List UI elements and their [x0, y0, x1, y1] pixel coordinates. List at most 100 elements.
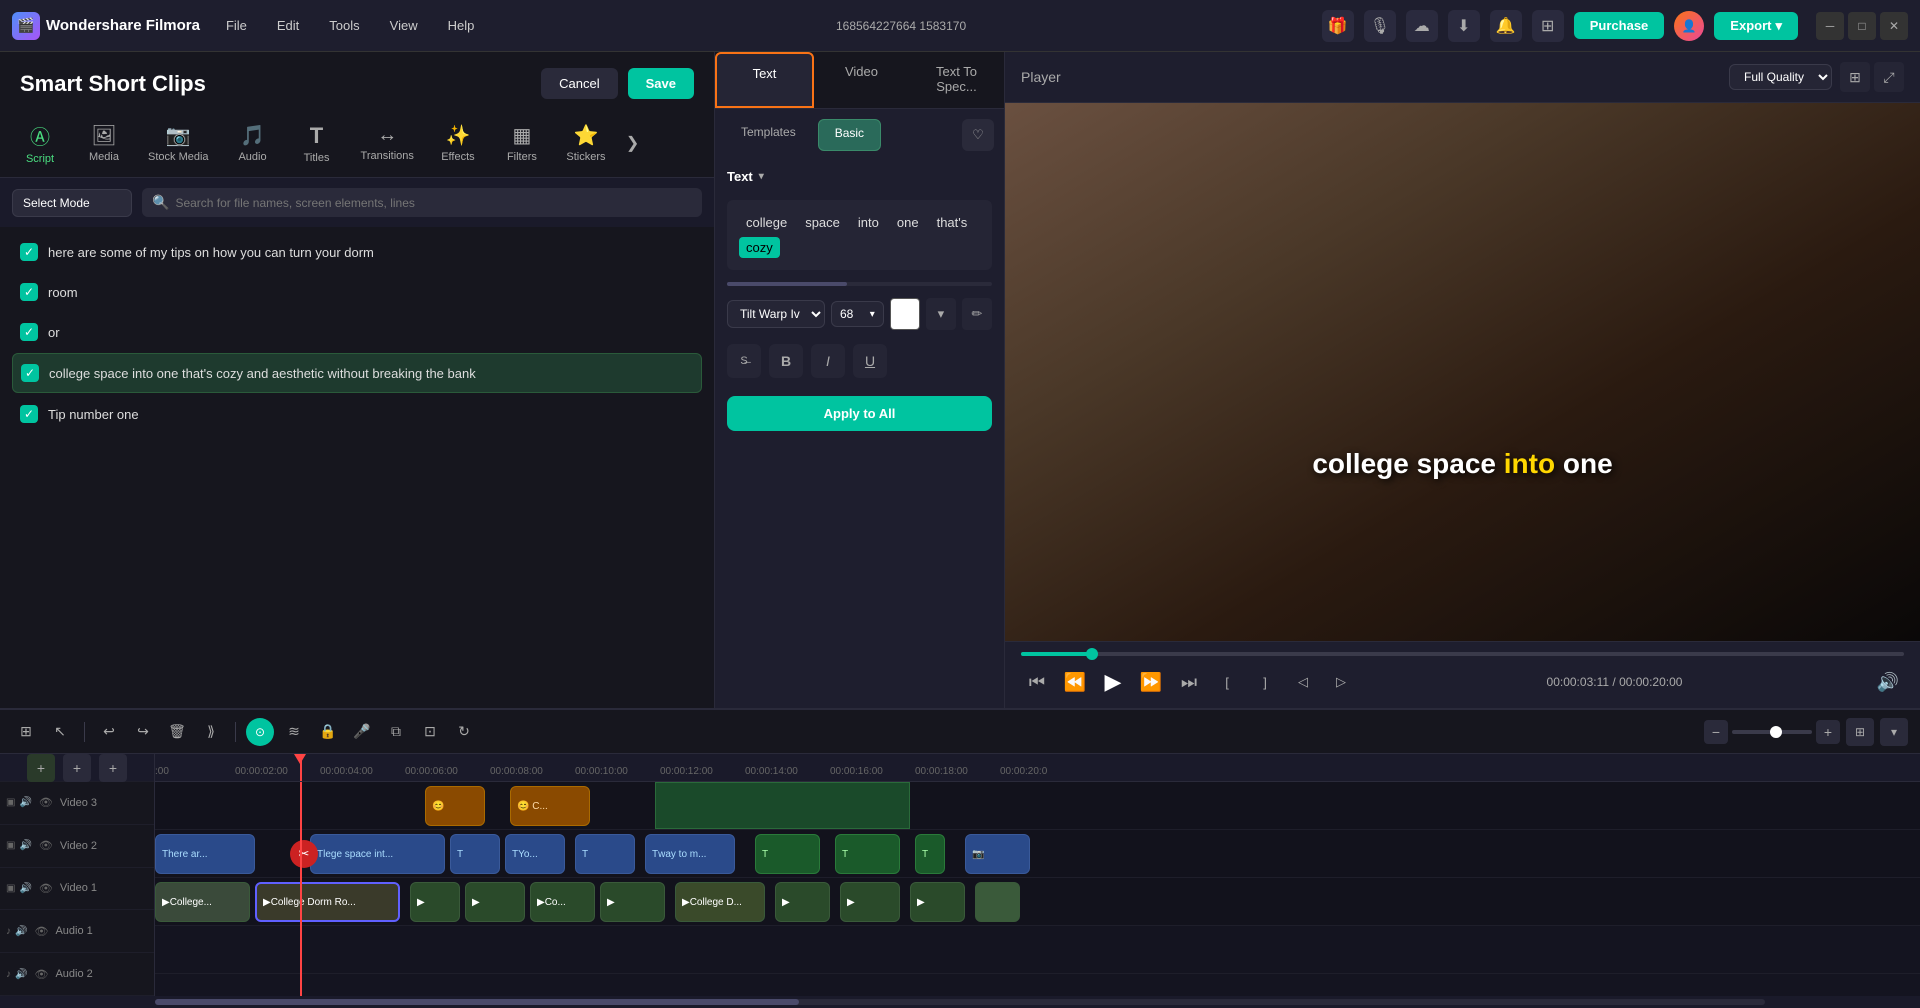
toolbar-audio[interactable]: 🎵 Audio	[223, 117, 283, 169]
underline-button[interactable]: U	[853, 344, 887, 378]
ripple-icon[interactable]: ≋	[280, 718, 308, 746]
clip-v1-6[interactable]: ▶	[600, 882, 665, 922]
track-row-a2[interactable]	[155, 974, 1920, 996]
text-label-row[interactable]: Text ▾	[727, 169, 992, 184]
grid-view-icon[interactable]: ⊞	[1840, 62, 1870, 92]
word-chip[interactable]: college	[739, 212, 794, 233]
close-button[interactable]: ✕	[1880, 12, 1908, 40]
cloud-icon[interactable]: ☁	[1406, 10, 1438, 42]
play-button[interactable]: ▶	[1097, 666, 1129, 698]
tab-text[interactable]: Text	[715, 52, 814, 108]
clip-v1-9[interactable]: ▶	[840, 882, 900, 922]
track-row-a1[interactable]	[155, 926, 1920, 974]
save-button[interactable]: Save	[628, 68, 694, 99]
sub-tab-templates[interactable]: Templates	[725, 119, 812, 151]
strikethrough-button[interactable]: S̶	[727, 344, 761, 378]
clip-v2-2[interactable]: T lege space int...	[310, 834, 445, 874]
next-frame-button[interactable]: ▷	[1325, 666, 1357, 698]
more-actions-button[interactable]: ⟫	[197, 718, 225, 746]
trim-start-button[interactable]: [	[1211, 666, 1243, 698]
font-color-picker[interactable]	[890, 298, 920, 330]
timeline-view-button[interactable]: ⊞	[1846, 718, 1874, 746]
clip-v2-8[interactable]: T	[835, 834, 900, 874]
download-icon[interactable]: ⬇	[1448, 10, 1480, 42]
add-track-button[interactable]: +	[27, 754, 55, 782]
toolbar-media[interactable]: 🖼 Media	[74, 117, 134, 169]
list-item[interactable]: ✓ Tip number one	[12, 395, 702, 433]
zoom-out-button[interactable]: −	[1704, 720, 1728, 744]
list-item[interactable]: ✓ or	[12, 313, 702, 351]
undo-button[interactable]: ↩	[95, 718, 123, 746]
clip-v3-2[interactable]: 😊 C...	[510, 786, 590, 826]
motion-icon[interactable]: ↻	[450, 718, 478, 746]
checkbox-2[interactable]: ✓	[20, 283, 38, 301]
track-v1-eye[interactable]: 👁	[36, 878, 56, 898]
favorite-icon[interactable]: ♡	[962, 119, 994, 151]
step-back-button[interactable]: ⏪	[1059, 666, 1091, 698]
menu-file[interactable]: File	[220, 14, 253, 37]
apply-to-all-button[interactable]: Apply to All	[727, 396, 992, 431]
export-button[interactable]: Export ▾	[1714, 12, 1798, 40]
cancel-button[interactable]: Cancel	[541, 68, 617, 99]
tab-tts[interactable]: Text To Spec...	[909, 52, 1004, 108]
checkbox-1[interactable]: ✓	[20, 243, 38, 261]
clip-v2-9[interactable]: T	[915, 834, 945, 874]
toolbar-stock[interactable]: 📷 Stock Media	[138, 117, 219, 169]
track-v2-eye[interactable]: 👁	[36, 836, 56, 856]
tab-video[interactable]: Video	[814, 52, 909, 108]
trim-end-button[interactable]: ]	[1249, 666, 1281, 698]
clip-v1-5[interactable]: ▶ Co...	[530, 882, 595, 922]
scrollbar-track[interactable]	[155, 999, 1765, 1005]
track-a2-eye[interactable]: 👁	[31, 964, 51, 984]
clip-v1-10[interactable]: ▶	[910, 882, 965, 922]
word-chip[interactable]: space	[798, 212, 847, 233]
redo-button[interactable]: ↪	[129, 718, 157, 746]
clip-v2-5[interactable]: T	[575, 834, 635, 874]
menu-help[interactable]: Help	[442, 14, 481, 37]
split-icon[interactable]: ⧉	[382, 718, 410, 746]
toolbar-stickers[interactable]: ⭐ Stickers	[556, 117, 616, 169]
clip-v1-3[interactable]: ▶	[410, 882, 460, 922]
fullscreen-icon[interactable]: ⤢	[1874, 62, 1904, 92]
word-chip[interactable]: one	[890, 212, 926, 233]
clip-v2-6[interactable]: T way to m...	[645, 834, 735, 874]
toolbar-titles[interactable]: T Titles	[287, 117, 347, 170]
audio-icon[interactable]: 🎤	[348, 718, 376, 746]
word-chip-highlighted[interactable]: cozy	[739, 237, 780, 258]
checkbox-4[interactable]: ✓	[21, 364, 39, 382]
clip-v1-7[interactable]: ▶ College D...	[675, 882, 765, 922]
bold-button[interactable]: B	[769, 344, 803, 378]
clip-v2-1[interactable]: T here ar...	[155, 834, 255, 874]
checkbox-3[interactable]: ✓	[20, 323, 38, 341]
scrollbar-thumb[interactable]	[155, 999, 799, 1005]
toolbar-transitions[interactable]: ↔ Transitions	[351, 118, 424, 168]
clip-v1-1[interactable]: ▶ College...	[155, 882, 250, 922]
delete-button[interactable]: 🗑	[163, 718, 191, 746]
add-subtitle-button[interactable]: +	[99, 754, 127, 782]
quality-select[interactable]: Full Quality	[1729, 64, 1832, 90]
track-v3-eye[interactable]: 👁	[36, 793, 56, 813]
word-chip[interactable]: into	[851, 212, 886, 233]
color-expand-icon[interactable]: ▾	[926, 298, 956, 330]
clip-v2-7[interactable]: T	[755, 834, 820, 874]
clip-v1-2[interactable]: ▶ College Dorm Ro...	[255, 882, 400, 922]
menu-tools[interactable]: Tools	[323, 14, 365, 37]
menu-edit[interactable]: Edit	[271, 14, 305, 37]
magnet-icon[interactable]: 🔒	[314, 718, 342, 746]
toolbar-more[interactable]: ❯	[620, 127, 645, 159]
crop-icon[interactable]: ⊡	[416, 718, 444, 746]
clip-v1-8[interactable]: ▶	[775, 882, 830, 922]
timeline-layout-icon[interactable]: ⊞	[12, 718, 40, 746]
timeline-arrow-icon[interactable]: ↖	[46, 718, 74, 746]
maximize-button[interactable]: □	[1848, 12, 1876, 40]
clip-v3-range[interactable]	[655, 782, 910, 829]
clip-cut-marker[interactable]: ✂	[290, 840, 318, 868]
timeline-ruler[interactable]: :00 00:00:02:00 00:00:04:00 00:00:06:00 …	[155, 754, 1920, 782]
clip-v1-4[interactable]: ▶	[465, 882, 525, 922]
eyedropper-icon[interactable]: ✏	[962, 298, 992, 330]
track-row-v2[interactable]: T here ar... ✂ T lege space int... T T Y…	[155, 830, 1920, 878]
clip-v2-3[interactable]: T	[450, 834, 500, 874]
toolbar-filters[interactable]: ▦ Filters	[492, 117, 552, 169]
user-avatar[interactable]: 👤	[1674, 11, 1704, 41]
list-item-highlighted[interactable]: ✓ college space into one that's cozy and…	[12, 353, 702, 393]
